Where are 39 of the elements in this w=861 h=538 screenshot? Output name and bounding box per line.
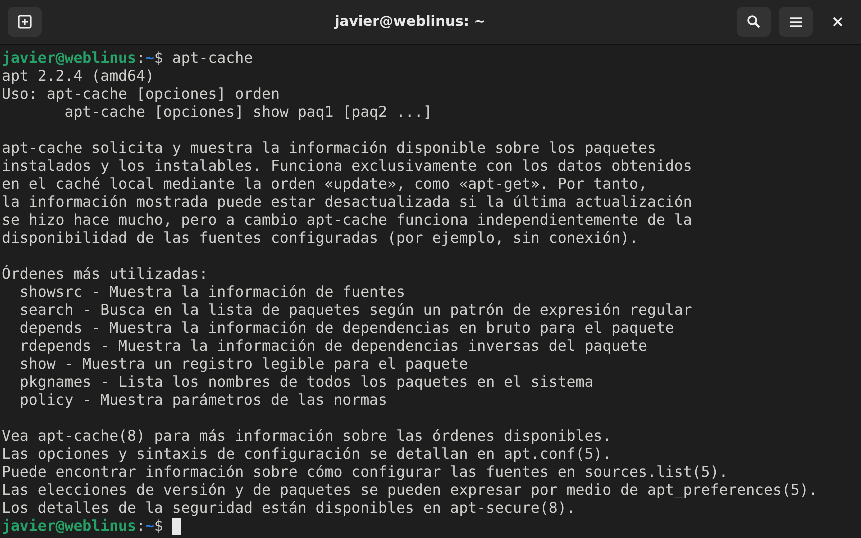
output-line: Uso: apt-cache [opciones] orden (2, 85, 280, 103)
output-line: se hizo hace mucho, pero a cambio apt-cache funciona independientemente de la (2, 211, 692, 229)
new-tab-button[interactable] (8, 7, 42, 37)
output-line: Vea apt-cache(8) para más información sobre las órdenes disponibles. (2, 427, 612, 445)
output-line: disponibilidad de las fuentes configuradas (por ejemplo, sin conexión). (2, 229, 639, 247)
menu-icon (790, 16, 802, 28)
output-line: pkgnames - Lista los nombres de todos los paquetes en el sistema (18, 373, 594, 391)
prompt-path: ~ (145, 49, 154, 67)
output-line: apt-cache solicita y muestra la información disponible sobre los paquetes (2, 139, 656, 157)
output-line: search - Busca en la lista de paquetes según un patrón de expresión regular (18, 301, 692, 319)
output-line: apt 2.2.4 (amd64) (2, 67, 154, 85)
output-line: en el caché local mediante la orden «update», como «apt-get». Por tanto, (2, 175, 648, 193)
output-line: la información mostrada puede estar desactualizada si la última actualización (2, 193, 692, 211)
command-text: apt-cache (171, 49, 254, 67)
output-line: show - Muestra un registro legible para el paquete (18, 355, 468, 373)
prompt-separator: : (136, 517, 146, 535)
prompt-user: javier@weblinus (2, 517, 136, 535)
output-line: Las opciones y sintaxis de configuración se detallan en apt.conf(5). (2, 445, 612, 463)
prompt-separator: : (136, 49, 146, 67)
prompt-symbol: $ (154, 49, 164, 67)
output-line: rdepends - Muestra la información de dependencias inversas del paquete (18, 337, 648, 355)
window-title: javier@weblinus: ~ (334, 14, 488, 30)
search-icon (747, 15, 761, 29)
output-line: instalados y los instalables. Funciona exclusivamente con los datos obtenidos (2, 157, 692, 175)
search-button[interactable] (737, 7, 771, 37)
output-line: Puede encontrar información sobre cómo configurar las fuentes en sources.list(5). (2, 463, 728, 481)
output-line: policy - Muestra parámetros de las normas (18, 391, 388, 409)
prompt-path: ~ (145, 517, 154, 535)
output-line: Las elecciones de versión y de paquetes se pueden expresar por medio de apt_preferences(5). (2, 481, 818, 499)
menu-button[interactable] (779, 7, 813, 37)
output-line: Los detalles de la seguridad están disponibles en apt-secure(8). (2, 499, 576, 517)
new-tab-icon (18, 15, 32, 29)
output-line: depends - Muestra la información de dependencias en bruto para el paquete (18, 319, 674, 337)
prompt-user: javier@weblinus (2, 49, 136, 67)
output-line: showsrc - Muestra la información de fuentes (18, 283, 406, 301)
output-line: Órdenes más utilizadas: (2, 265, 208, 283)
output-line: apt-cache [opciones] show paq1 [paq2 ...] (64, 103, 432, 121)
close-icon (833, 17, 843, 27)
prompt-symbol: $ (154, 517, 164, 535)
